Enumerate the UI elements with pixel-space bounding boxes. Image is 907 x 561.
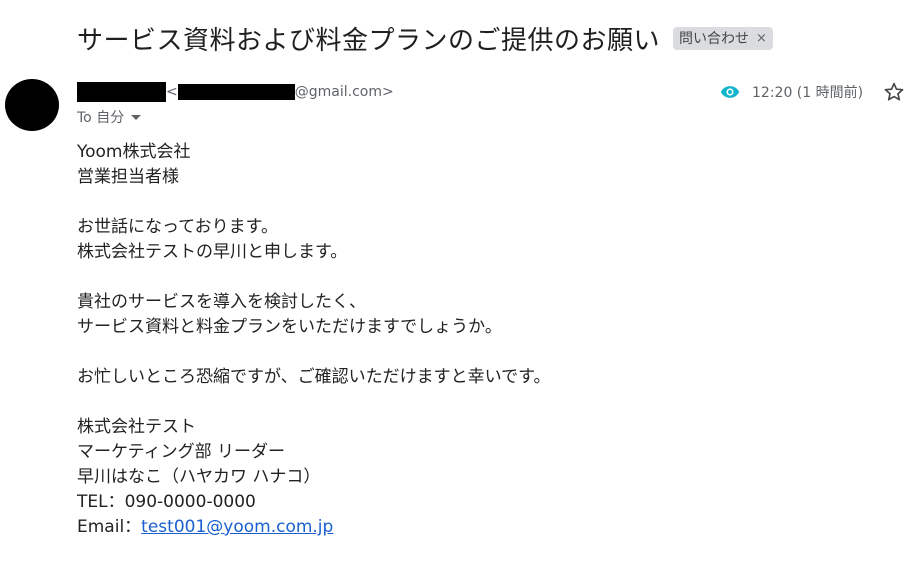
chevron-down-icon[interactable] <box>131 114 142 120</box>
email-subject: サービス資料および料金プランのご提供のお願い <box>77 25 661 56</box>
signature-email-label: Email： <box>77 517 142 537</box>
sender-email-domain: @gmail.com> <box>294 84 394 100</box>
sender-email-redacted <box>177 84 295 100</box>
message-time: 12:20 (1 時間前) <box>752 85 864 101</box>
star-icon[interactable] <box>883 81 905 103</box>
email-view: サービス資料および料金プランのご提供のお願い 問い合わせ × < @gmail.… <box>0 0 907 561</box>
body-request-line2: サービス資料と料金プランをいただけますでしょうか。 <box>77 317 502 337</box>
signature-email-link[interactable]: test001@yoom.com.jp <box>141 517 333 537</box>
body-greeting: お世話になっております。 <box>77 217 278 237</box>
signature-department: マーケティング部 リーダー <box>77 442 286 462</box>
subject-row: サービス資料および料金プランのご提供のお願い 問い合わせ × <box>77 16 773 60</box>
signature-name: 早川はなこ（ハヤカワ ハナコ） <box>77 467 321 487</box>
sender-open-angle: < <box>166 84 178 100</box>
body-recipient-title: 営業担当者様 <box>77 167 179 187</box>
signature-tel: TEL：090-0000-0000 <box>77 492 256 512</box>
signature-company: 株式会社テスト <box>77 417 196 437</box>
eye-icon <box>720 86 740 98</box>
sender-row: < @gmail.com> <box>77 81 394 103</box>
message-body: Yoom株式会社 営業担当者様 お世話になっております。 株式会社テストの早川と… <box>77 140 877 540</box>
label-chip-inquiry[interactable]: 問い合わせ × <box>673 26 773 50</box>
recipient-row[interactable]: To 自分 <box>77 107 142 127</box>
close-icon[interactable]: × <box>756 31 767 46</box>
body-closing: お忙しいところ恐縮ですが、ご確認いただけますと幸いです。 <box>77 367 551 387</box>
avatar[interactable] <box>5 79 59 131</box>
body-intro: 株式会社テストの早川と申します。 <box>77 242 348 262</box>
sender-name-redacted <box>77 82 166 102</box>
body-request-line1: 貴社のサービスを導入を検討したく、 <box>77 292 366 312</box>
message-meta: 12:20 (1 時間前) <box>720 80 907 104</box>
body-company: Yoom株式会社 <box>77 142 191 162</box>
signature-email-line: Email：test001@yoom.com.jp <box>77 515 877 540</box>
label-chip-text: 問い合わせ <box>679 31 750 47</box>
recipient-text: To 自分 <box>77 110 125 126</box>
